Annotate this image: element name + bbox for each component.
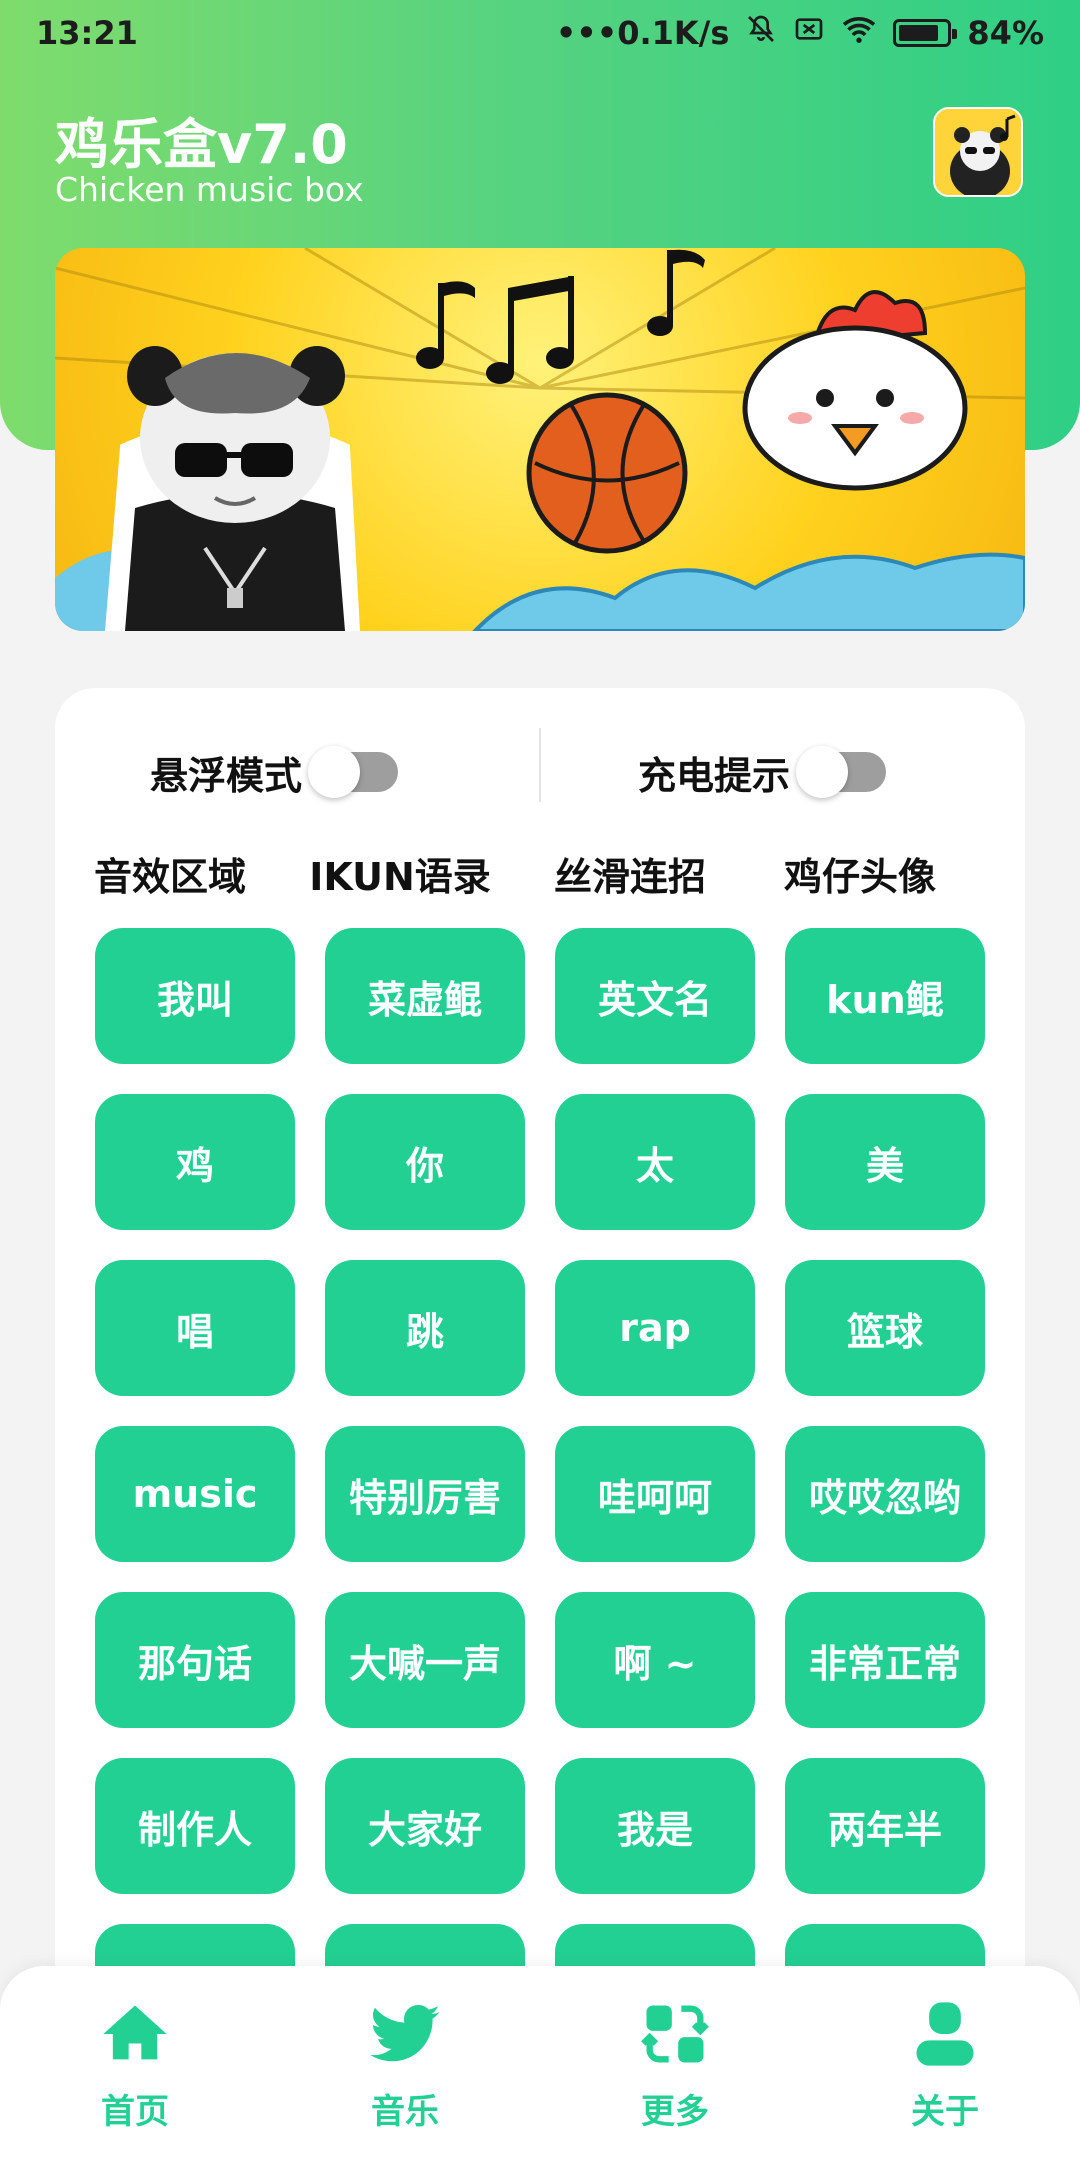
banner-image (55, 248, 1025, 631)
status-bar: 13:21 •••0.1K/s 84% (0, 0, 1080, 66)
settings-divider (539, 728, 541, 802)
switch-knob (796, 746, 849, 798)
bottom-navigation: 首页 音乐 更多 关于 (0, 1966, 1080, 2160)
chicken-figure (742, 290, 968, 491)
app-subtitle: Chicken music box (55, 170, 364, 209)
battery-fill (899, 25, 939, 41)
nav-label: 关于 (911, 2092, 979, 2132)
status-time: 13:21 (36, 14, 138, 52)
nav-label: 更多 (641, 2092, 709, 2132)
float-mode-setting: 悬浮模式 (150, 732, 399, 812)
sound-button[interactable]: music (95, 1426, 295, 1562)
nav-label: 音乐 (371, 2092, 439, 2132)
charge-tip-label: 充电提示 (638, 753, 791, 798)
sound-button[interactable]: 唱 (95, 1260, 295, 1396)
sim-off-icon (793, 13, 825, 53)
nav-label: 首页 (101, 2092, 169, 2132)
float-mode-label: 悬浮模式 (150, 753, 303, 798)
basketball (526, 392, 688, 554)
sound-button[interactable]: 篮球 (785, 1260, 985, 1396)
sound-button[interactable]: kun鲲 (785, 928, 985, 1064)
network-speed: •••0.1K/s (555, 14, 730, 52)
nav-music[interactable]: 音乐 (325, 1996, 485, 2146)
mute-icon (745, 13, 777, 53)
sound-button[interactable]: 我叫 (95, 928, 295, 1064)
sound-button[interactable]: rap (555, 1260, 755, 1396)
main-card: 悬浮模式 充电提示 音效区域 IKUN语录 丝滑连招 鸡仔头像 我叫 菜虚鲲 英文名… (55, 688, 1025, 2160)
sound-button[interactable]: 两年半 (785, 1758, 985, 1894)
tab-smooth-combo[interactable]: 丝滑连招 (515, 838, 745, 908)
sound-button[interactable]: 哎哎忽哟 (785, 1426, 985, 1562)
sound-button[interactable]: 英文名 (555, 928, 755, 1064)
app-title: 鸡乐盒v7.0 (55, 113, 348, 176)
category-tabs: 音效区域 IKUN语录 丝滑连招 鸡仔头像 (55, 838, 1025, 908)
sound-button[interactable]: 那句话 (95, 1592, 295, 1728)
sound-button[interactable]: 特别厉害 (325, 1426, 525, 1562)
switch-knob (308, 746, 361, 798)
sound-button[interactable]: 啊 ~ (555, 1592, 755, 1728)
charge-tip-switch[interactable] (796, 746, 887, 798)
sound-button[interactable]: 你 (325, 1094, 525, 1230)
tab-sound-area[interactable]: 音效区域 (55, 838, 285, 908)
battery-percent: 84% (967, 14, 1044, 52)
status-indicators: •••0.1K/s 84% (556, 13, 1044, 53)
bird-icon (370, 2004, 440, 2062)
wifi-icon (841, 13, 877, 53)
sound-button[interactable]: 跳 (325, 1260, 525, 1396)
sound-button[interactable]: 鸡 (95, 1094, 295, 1230)
float-mode-switch[interactable] (308, 746, 399, 798)
user-icon (916, 2002, 974, 2066)
charge-tip-setting: 充电提示 (638, 732, 887, 812)
nav-more[interactable]: 更多 (595, 1996, 755, 2146)
battery-icon (893, 19, 958, 47)
sound-button[interactable]: 非常正常 (785, 1592, 985, 1728)
tab-ikun-quotes[interactable]: IKUN语录 (285, 838, 515, 908)
sound-button[interactable]: 我是 (555, 1758, 755, 1894)
swap-icon (641, 2005, 709, 2063)
sound-button[interactable]: 大家好 (325, 1758, 525, 1894)
sound-button[interactable]: 哇呵呵 (555, 1426, 755, 1562)
panda-figure (104, 346, 361, 631)
tab-chick-avatar[interactable]: 鸡仔头像 (745, 838, 975, 908)
nav-home[interactable]: 首页 (55, 1996, 215, 2146)
sound-button[interactable]: 大喊一声 (325, 1592, 525, 1728)
home-icon (103, 2005, 167, 2060)
sound-button[interactable]: 美 (785, 1094, 985, 1230)
sound-button[interactable]: 菜虚鲲 (325, 928, 525, 1064)
avatar[interactable] (933, 107, 1023, 197)
sound-button[interactable]: 制作人 (95, 1758, 295, 1894)
sound-button[interactable]: 太 (555, 1094, 755, 1230)
nav-about[interactable]: 关于 (865, 1996, 1025, 2146)
